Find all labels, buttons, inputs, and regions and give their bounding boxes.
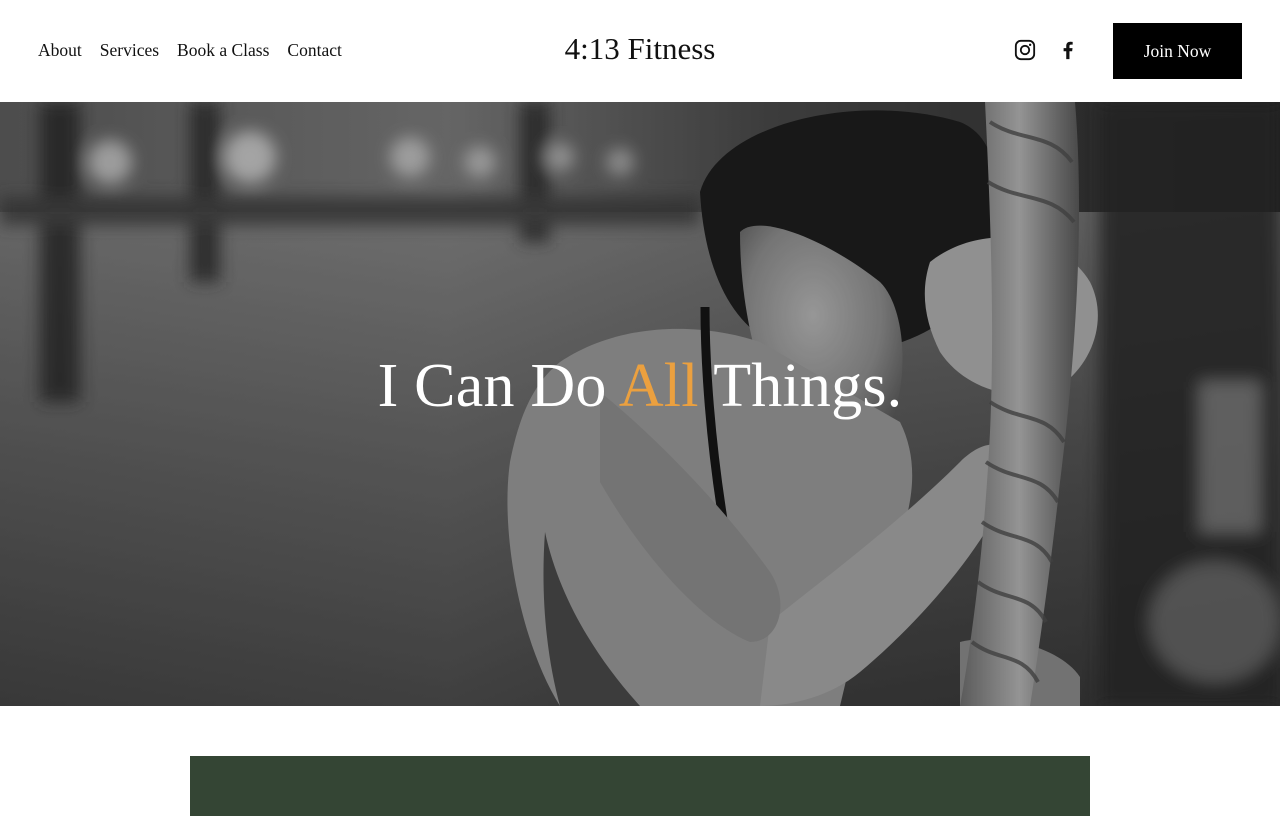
hero-section: I Can Do All Things. <box>0 102 1280 706</box>
site-title-link[interactable]: 4:13 Fitness <box>565 31 716 66</box>
main-nav: About Services Book a Class Contact <box>38 38 360 62</box>
instagram-icon <box>1014 39 1036 61</box>
join-now-button[interactable]: Join Now <box>1113 23 1242 79</box>
instagram-link[interactable] <box>1012 37 1038 63</box>
facebook-link[interactable] <box>1055 37 1081 63</box>
facebook-icon <box>1063 41 1073 60</box>
nav-link-contact[interactable]: Contact <box>287 38 341 62</box>
nav-link-book-a-class[interactable]: Book a Class <box>177 38 269 62</box>
content-panel <box>190 756 1090 816</box>
nav-link-about[interactable]: About <box>38 38 82 62</box>
hero-heading: I Can Do All Things. <box>0 350 1280 422</box>
hero-heading-accent: All <box>618 352 699 420</box>
nav-link-services[interactable]: Services <box>100 38 159 62</box>
hero-heading-tail: Things. <box>698 352 903 420</box>
social-links <box>1012 37 1081 63</box>
hero-heading-lead: I Can Do <box>377 352 619 420</box>
site-header: About Services Book a Class Contact 4:13… <box>0 0 1280 102</box>
